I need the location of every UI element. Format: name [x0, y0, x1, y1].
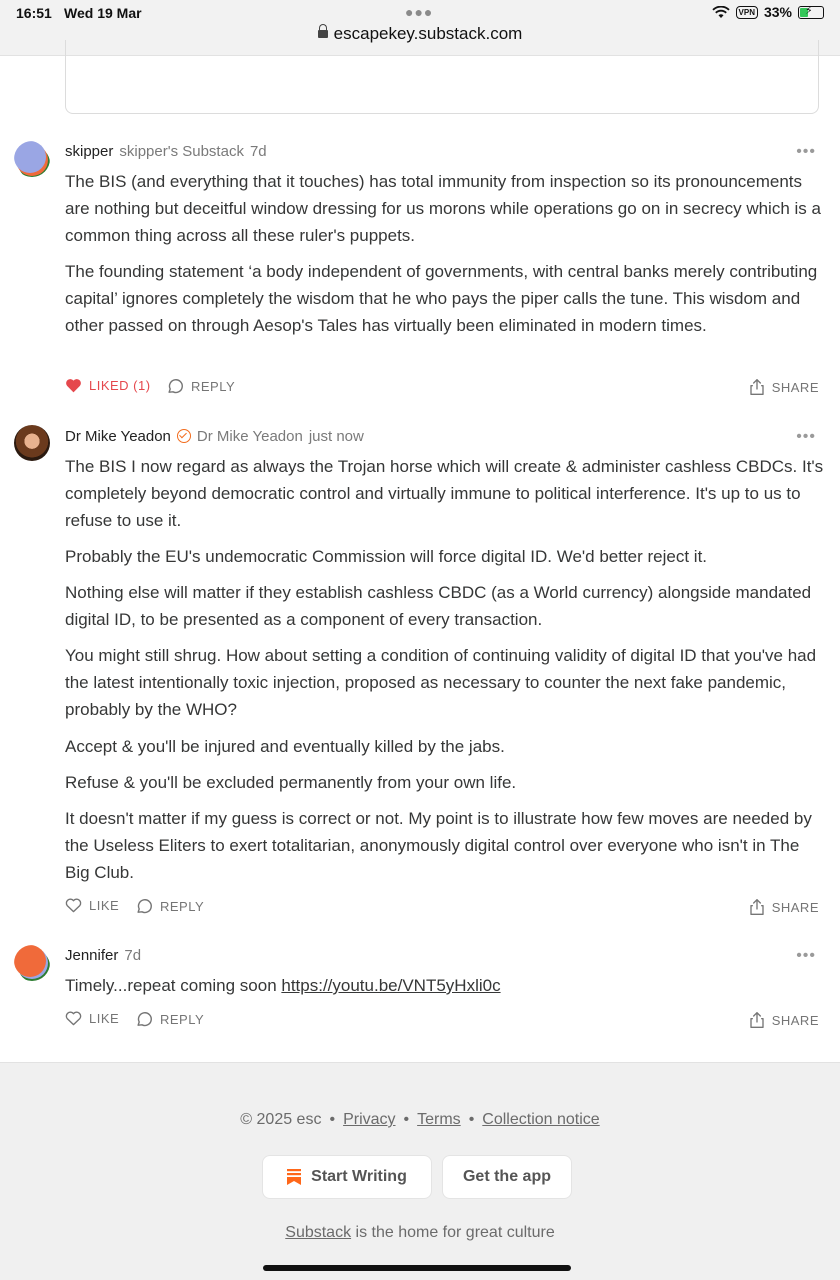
share-label: SHARE — [771, 379, 819, 395]
like-button[interactable]: LIKED (1) — [65, 378, 151, 393]
get-app-label: Get the app — [462, 1168, 551, 1185]
comment-text: Timely...repeat coming soon — [65, 976, 282, 995]
privacy-link[interactable]: Privacy — [343, 1111, 395, 1128]
comment-paragraph: Probably the EU's undemocratic Commissio… — [65, 547, 708, 566]
share-icon — [750, 1012, 764, 1029]
comment-publication[interactable]: Dr Mike Yeadon — [197, 428, 303, 445]
heart-outline-icon — [65, 1011, 82, 1026]
wifi-icon — [711, 5, 730, 18]
terms-link[interactable]: Terms — [417, 1111, 461, 1128]
battery-percent: 33% — [763, 4, 792, 20]
comment-publication[interactable]: skipper's Substack — [119, 143, 244, 160]
share-icon — [750, 378, 764, 395]
get-app-button[interactable]: Get the app — [442, 1155, 572, 1199]
site-footer: © 2025 esc • Privacy • Terms • Collection noti… — [0, 1062, 840, 1280]
share-button[interactable]: SHARE — [749, 1011, 819, 1029]
multitasking-dots-icon[interactable]: ●●● — [405, 4, 433, 20]
substack-link[interactable]: Substack — [285, 1224, 351, 1241]
comment-timestamp[interactable]: just now — [309, 428, 364, 445]
youtube-link[interactable]: https://youtu.be/VNT5yHxli0c — [281, 976, 500, 995]
heart-filled-icon — [66, 379, 81, 393]
comment-timestamp[interactable]: 7d — [124, 947, 141, 964]
reply-label: REPLY — [160, 1012, 205, 1027]
reply-bubble-icon — [168, 379, 183, 394]
footer-tagline: Substack is the home for great culture — [0, 1224, 840, 1242]
start-writing-label: Start Writing — [311, 1168, 407, 1185]
footer-links: © 2025 esc • Privacy • Terms • Collection noti… — [240, 1111, 600, 1128]
share-label: SHARE — [771, 899, 819, 915]
comment-paragraph: The BIS (and everything that it touches)… — [65, 172, 821, 245]
comment-paragraph: You might still shrug. How about setting… — [65, 646, 817, 719]
status-indicators: VPN 33% ⚡ — [711, 4, 824, 20]
comment-author[interactable]: Dr Mike Yeadon — [65, 428, 171, 445]
like-label: LIKED (1) — [89, 378, 151, 393]
share-label: SHARE — [771, 1012, 819, 1028]
reply-button[interactable]: REPLY — [136, 898, 204, 915]
reply-label: REPLY — [191, 379, 236, 394]
like-button[interactable]: LIKE — [65, 898, 119, 913]
avatar[interactable] — [14, 945, 50, 981]
reply-bubble-icon — [137, 899, 152, 914]
comment-input-box[interactable] — [65, 40, 819, 114]
comment-author[interactable]: skipper — [65, 143, 113, 160]
like-label: LIKE — [89, 1011, 120, 1026]
like-label: LIKE — [89, 898, 120, 913]
share-icon — [750, 899, 764, 915]
start-writing-button[interactable]: Start Writing — [262, 1155, 432, 1199]
heart-outline-icon — [65, 898, 82, 913]
comment-paragraph: The founding statement ‘a body independe… — [65, 262, 818, 335]
reply-button[interactable]: REPLY — [167, 378, 235, 395]
more-options-icon[interactable]: ••• — [796, 947, 816, 965]
comment-author[interactable]: Jennifer — [65, 947, 118, 964]
reply-button[interactable]: REPLY — [136, 1011, 204, 1028]
collection-notice-link[interactable]: Collection notice — [482, 1111, 599, 1128]
home-indicator[interactable] — [263, 1265, 571, 1271]
comment-paragraph: Timely...repeat coming soon https://yout… — [65, 972, 825, 999]
comment-paragraph: Nothing else will matter if they establi… — [65, 583, 812, 629]
tagline-text: is the home for great culture — [351, 1224, 555, 1241]
comment-timestamp[interactable]: 7d — [250, 143, 267, 160]
more-options-icon[interactable]: ••• — [796, 428, 816, 446]
like-button[interactable]: LIKE — [65, 1011, 119, 1026]
comment-paragraph: The BIS I now regard as always the Troja… — [65, 457, 824, 530]
reply-label: REPLY — [160, 899, 205, 914]
verified-check-icon — [176, 429, 191, 443]
comment-paragraph: Refuse & you'll be excluded permanently … — [65, 773, 517, 792]
vpn-badge: VPN — [735, 5, 758, 19]
share-button[interactable]: SHARE — [749, 898, 819, 916]
avatar[interactable] — [14, 425, 50, 461]
more-options-icon[interactable]: ••• — [796, 143, 816, 161]
comment-paragraph: It doesn't matter if my guess is correct… — [65, 809, 812, 882]
battery-icon: ⚡ — [798, 5, 824, 19]
lock-icon — [317, 24, 328, 38]
comment-paragraph: Accept & you'll be injured and eventuall… — [65, 737, 505, 756]
reply-bubble-icon — [137, 1012, 152, 1027]
copyright: © 2025 esc — [240, 1111, 322, 1128]
share-button[interactable]: SHARE — [749, 378, 819, 396]
avatar[interactable] — [14, 141, 50, 177]
status-date: Wed 19 Mar — [64, 5, 142, 21]
status-time: 16:51 — [16, 5, 52, 21]
substack-logo-icon — [287, 1169, 302, 1185]
